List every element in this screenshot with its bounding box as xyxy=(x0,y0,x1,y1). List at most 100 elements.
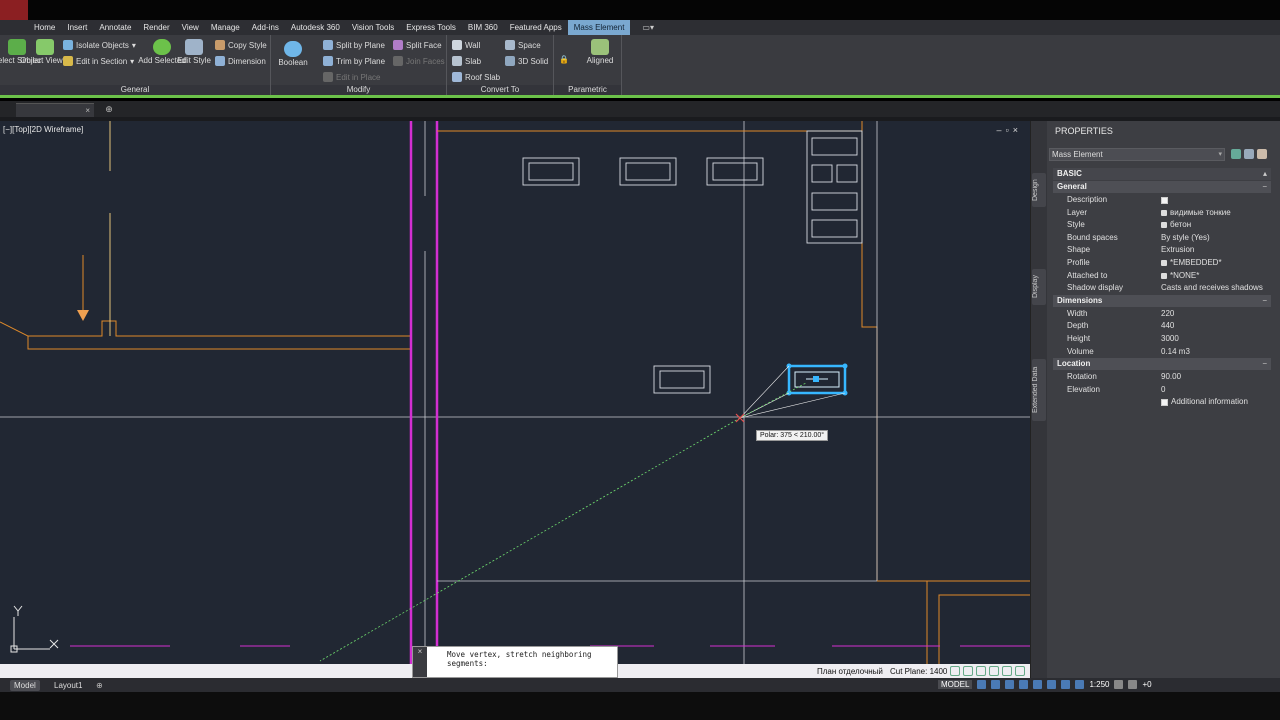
plan-display-config[interactable]: План отделочный xyxy=(817,667,883,676)
property-row[interactable]: Elevation 0 xyxy=(1053,384,1271,397)
command-line[interactable]: × Move vertex, stretch neighboring segme… xyxy=(412,646,618,678)
drawing-geometry xyxy=(0,121,1030,667)
convert-wall-button[interactable]: Wall xyxy=(452,40,480,50)
tab-view[interactable]: View xyxy=(176,20,205,35)
drawing-file-tab[interactable]: × xyxy=(16,103,94,117)
copy-style-button[interactable]: Copy Style xyxy=(215,40,267,50)
otrack-icon[interactable] xyxy=(1047,680,1057,689)
section-dimensions[interactable]: Dimensions − xyxy=(1053,294,1271,307)
property-row[interactable]: Attached to *NONE* xyxy=(1053,270,1271,283)
status-icon[interactable] xyxy=(989,666,999,676)
grid-icon[interactable] xyxy=(977,680,987,689)
split-face-button[interactable]: Split Face xyxy=(393,40,442,50)
ortho-icon[interactable] xyxy=(1005,680,1015,689)
new-tab-button[interactable]: ⊕ xyxy=(103,104,115,115)
property-row[interactable]: Rotation 90.00 xyxy=(1053,371,1271,384)
close-icon[interactable]: × xyxy=(85,104,90,117)
property-row[interactable]: Style бетон xyxy=(1053,219,1271,232)
panel-label-modify: Modify xyxy=(271,85,446,95)
layer-icon xyxy=(1161,209,1167,216)
trim-by-plane-button[interactable]: Trim by Plane xyxy=(323,56,385,66)
tab-manage[interactable]: Manage xyxy=(205,20,246,35)
property-row[interactable]: Height 3000 xyxy=(1053,333,1271,346)
edit-style-button[interactable]: Edit Style xyxy=(177,39,211,65)
edit-in-section-button[interactable]: Edit in Section ▾ xyxy=(63,56,134,66)
dimension-button[interactable]: Dimension xyxy=(215,56,266,66)
quick-select-icon[interactable] xyxy=(1231,149,1241,159)
plus-icon[interactable] xyxy=(1128,680,1138,689)
status-icon[interactable] xyxy=(976,666,986,676)
polar-icon[interactable] xyxy=(1019,680,1029,689)
tab-render[interactable]: Render xyxy=(137,20,175,35)
status-icon[interactable] xyxy=(1015,666,1025,676)
cut-plane-readout[interactable]: Cut Plane: 1400 xyxy=(890,667,947,676)
tab-design[interactable]: Design xyxy=(1032,173,1046,207)
tab-model[interactable]: Model xyxy=(10,680,40,691)
convert-slab-button[interactable]: Slab xyxy=(452,56,481,66)
property-row[interactable]: Shadow display Casts and receives shadow… xyxy=(1053,282,1271,295)
property-row[interactable]: Bound spaces By style (Yes) xyxy=(1053,232,1271,245)
join-faces-button[interactable]: Join Faces xyxy=(393,56,445,66)
command-line-close-icon[interactable]: × xyxy=(413,647,427,677)
viewport-controls-label[interactable]: [−][Top][2D Wireframe] xyxy=(3,125,83,134)
toggle-pickadd-icon[interactable] xyxy=(1257,149,1267,159)
edit-in-place-button[interactable]: Edit in Place xyxy=(323,72,380,82)
property-row[interactable]: Layer видимые тонкие xyxy=(1053,207,1271,220)
profile-icon xyxy=(1161,260,1167,267)
ribbon-options-icon[interactable]: ▭▾ xyxy=(636,20,660,35)
snap-icon[interactable] xyxy=(991,680,1001,689)
add-layout-icon[interactable]: ⊕ xyxy=(92,680,107,691)
property-row[interactable]: Width 220 xyxy=(1053,308,1271,321)
status-icon[interactable] xyxy=(963,666,973,676)
boolean-button[interactable]: Boolean xyxy=(275,41,311,67)
tab-express-tools[interactable]: Express Tools xyxy=(400,20,462,35)
convert-3d-solid-button[interactable]: 3D Solid xyxy=(505,56,548,66)
annotation-icon[interactable] xyxy=(1075,680,1085,689)
tab-insert[interactable]: Insert xyxy=(61,20,93,35)
status-icon[interactable] xyxy=(1002,666,1012,676)
property-row[interactable]: Profile *EMBEDDED* xyxy=(1053,257,1271,270)
panel-modify: Boolean Split by Plane Split Face Trim b… xyxy=(271,35,447,95)
section-location[interactable]: Location − xyxy=(1053,358,1271,371)
additional-information-row[interactable]: Additional information xyxy=(1053,396,1271,409)
tab-annotate[interactable]: Annotate xyxy=(93,20,137,35)
properties-palette: Design Display Extended Data PROPERTIES … xyxy=(1030,121,1280,678)
aligned-button[interactable]: Aligned xyxy=(582,39,618,65)
osnap-icon[interactable] xyxy=(1033,680,1043,689)
object-type-select[interactable]: Mass Element ▾ xyxy=(1049,148,1225,161)
tab-home[interactable]: Home xyxy=(28,20,61,35)
object-viewer-button[interactable]: Object Viewer xyxy=(20,39,70,65)
selected-mass-element[interactable] xyxy=(786,363,848,396)
tab-layout1[interactable]: Layout1 xyxy=(50,680,86,691)
property-row[interactable]: Description xyxy=(1053,194,1271,207)
property-row[interactable]: Depth 440 xyxy=(1053,320,1271,333)
elevation-offset[interactable]: +0 xyxy=(1142,680,1151,689)
parametric-lock-icon[interactable]: 🔒 xyxy=(559,55,569,64)
gear-icon[interactable] xyxy=(1114,680,1124,689)
convert-space-button[interactable]: Space xyxy=(505,40,541,50)
tab-autodesk-360[interactable]: Autodesk 360 xyxy=(285,20,346,35)
add-selected-button[interactable]: Add Selected xyxy=(138,39,186,65)
app-logo[interactable] xyxy=(0,0,28,20)
property-row[interactable]: Shape Extrusion xyxy=(1053,244,1271,257)
tab-mass-element[interactable]: Mass Element xyxy=(567,20,631,35)
split-by-plane-button[interactable]: Split by Plane xyxy=(323,40,385,50)
section-basic[interactable]: BASIC ▴ xyxy=(1053,168,1271,180)
tab-vision-tools[interactable]: Vision Tools xyxy=(346,20,400,35)
tab-extended-data[interactable]: Extended Data xyxy=(1032,359,1046,421)
select-objects-icon[interactable] xyxy=(1244,149,1254,159)
drawing-canvas[interactable]: [−][Top][2D Wireframe] ‒▫× Polar: 375 < … xyxy=(0,121,1030,667)
property-row[interactable]: Volume 0.14 m3 xyxy=(1053,346,1271,359)
tab-add-ins[interactable]: Add-ins xyxy=(246,20,285,35)
status-icon[interactable] xyxy=(950,666,960,676)
convert-roof-slab-button[interactable]: Roof Slab xyxy=(452,72,500,82)
section-general[interactable]: General − xyxy=(1053,181,1271,193)
viewport-window-controls[interactable]: ‒▫× xyxy=(997,125,1022,135)
tab-display[interactable]: Display xyxy=(1032,269,1046,305)
tab-featured-apps[interactable]: Featured Apps xyxy=(504,20,568,35)
annotation-scale[interactable]: 1:250 xyxy=(1089,680,1109,689)
tab-bim-360[interactable]: BIM 360 xyxy=(462,20,504,35)
lineweight-icon[interactable] xyxy=(1061,680,1071,689)
model-space-button[interactable]: MODEL xyxy=(938,680,973,689)
isolate-objects-button[interactable]: Isolate Objects ▾ xyxy=(63,40,136,50)
